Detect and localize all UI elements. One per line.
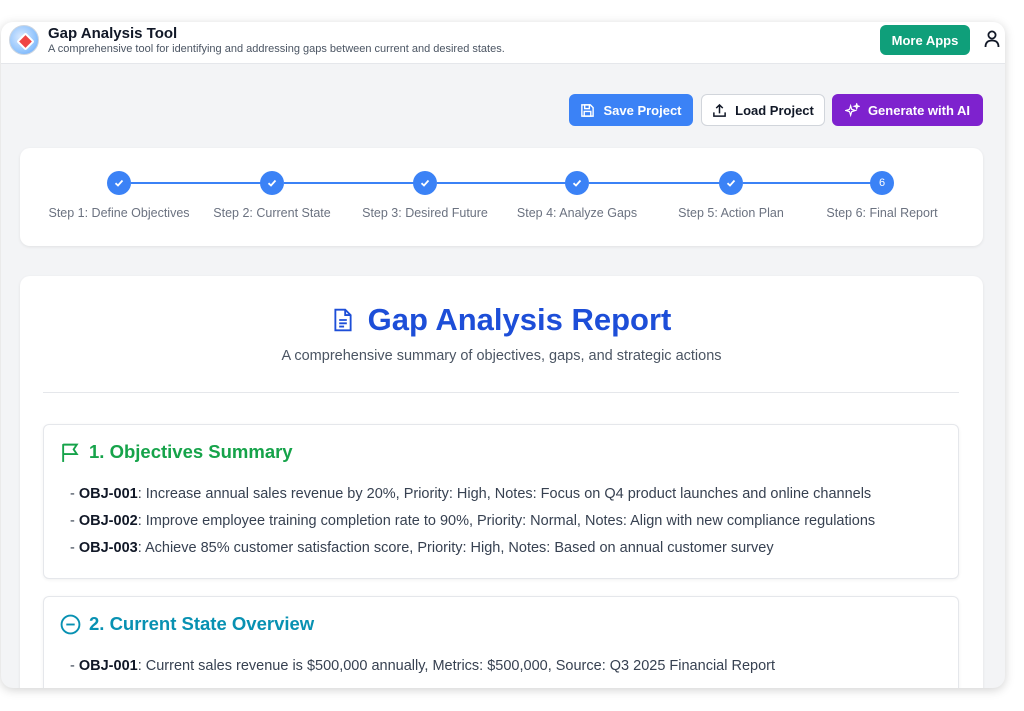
step-connector: [743, 182, 882, 184]
objectives-summary-heading: 1. Objectives Summary: [60, 441, 293, 463]
step-1-label[interactable]: Step 1: Define Objectives: [48, 206, 189, 220]
upload-icon: [713, 103, 726, 117]
save-project-button[interactable]: Save Project: [569, 94, 693, 126]
objective-id: OBJ-001: [78, 658, 138, 674]
step-connector: [437, 182, 577, 184]
list-item: - OBJ-002: Improve employee training com…: [70, 513, 876, 529]
step-4-label[interactable]: Step 4: Analyze Gaps: [517, 206, 637, 220]
list-item: - OBJ-001: Current sales revenue is $500…: [70, 658, 775, 674]
current-state-list: - OBJ-001: Current sales revenue is $500…: [70, 657, 775, 684]
step-5-check-icon[interactable]: [719, 171, 743, 195]
load-project-button[interactable]: Load Project: [701, 94, 825, 126]
final-report-panel: Gap Analysis Report A comprehensive summ…: [20, 276, 983, 688]
objective-id: OBJ-003: [78, 540, 138, 556]
step-3-label[interactable]: Step 3: Desired Future: [362, 206, 488, 220]
app-subtitle: A comprehensive tool for identifying and…: [48, 43, 505, 55]
save-icon: [581, 103, 595, 117]
report-subtitle: A comprehensive summary of objectives, g…: [281, 348, 722, 364]
list-item: - OBJ-003: Achieve 85% customer satisfac…: [70, 540, 774, 556]
progress-stepper: 6 Step 1: Define Objectives Step 2: Curr…: [20, 148, 983, 246]
app-title: Gap Analysis Tool: [48, 25, 178, 42]
objective-id: OBJ-002: [78, 513, 138, 529]
report-header: Gap Analysis Report: [20, 302, 983, 338]
step-2-label[interactable]: Step 2: Current State: [213, 206, 330, 220]
app-header: Gap Analysis Tool A comprehensive tool f…: [1, 22, 1005, 64]
sparkles-icon: [844, 102, 860, 117]
section-heading-text: 2. Current State Overview: [89, 613, 315, 634]
step-6-label[interactable]: Step 6: Final Report: [826, 206, 937, 220]
step-6-number[interactable]: 6: [870, 171, 894, 195]
step-1-check-icon[interactable]: [107, 171, 131, 195]
step-5-label[interactable]: Step 5: Action Plan: [678, 206, 784, 220]
objectives-list: - OBJ-001: Increase annual sales revenue…: [70, 485, 875, 566]
current-state-heading: 2. Current State Overview: [60, 613, 314, 635]
more-apps-button[interactable]: More Apps: [880, 25, 970, 55]
save-project-label: Save Project: [603, 102, 682, 118]
app-logo-icon: [9, 25, 39, 55]
step-3-check-icon[interactable]: [413, 171, 437, 195]
step-4-check-icon[interactable]: [565, 171, 589, 195]
load-project-label: Load Project: [735, 102, 814, 118]
objectives-summary-section: 1. Objectives Summary - OBJ-001: Increas…: [43, 424, 959, 579]
list-item: - OBJ-001: Increase annual sales revenue…: [70, 486, 872, 502]
flag-icon: [62, 443, 79, 462]
step-connector: [589, 182, 731, 184]
generate-with-ai-label: Generate with AI: [867, 102, 971, 118]
document-icon: [334, 308, 352, 332]
generate-with-ai-button[interactable]: Generate with AI: [832, 94, 983, 126]
user-icon[interactable]: [984, 30, 1000, 48]
current-state-overview-section: 2. Current State Overview - OBJ-001: Cur…: [43, 596, 959, 688]
section-heading-text: 1. Objectives Summary: [89, 441, 293, 462]
minus-circle-icon: [60, 614, 81, 634]
step-connector: [131, 182, 272, 184]
step-2-check-icon[interactable]: [260, 171, 284, 195]
objective-id: OBJ-001: [78, 486, 138, 502]
app-window: Gap Analysis Tool A comprehensive tool f…: [1, 22, 1005, 688]
divider: [43, 392, 959, 393]
report-title: Gap Analysis Report: [367, 302, 672, 337]
step-connector: [284, 182, 425, 184]
